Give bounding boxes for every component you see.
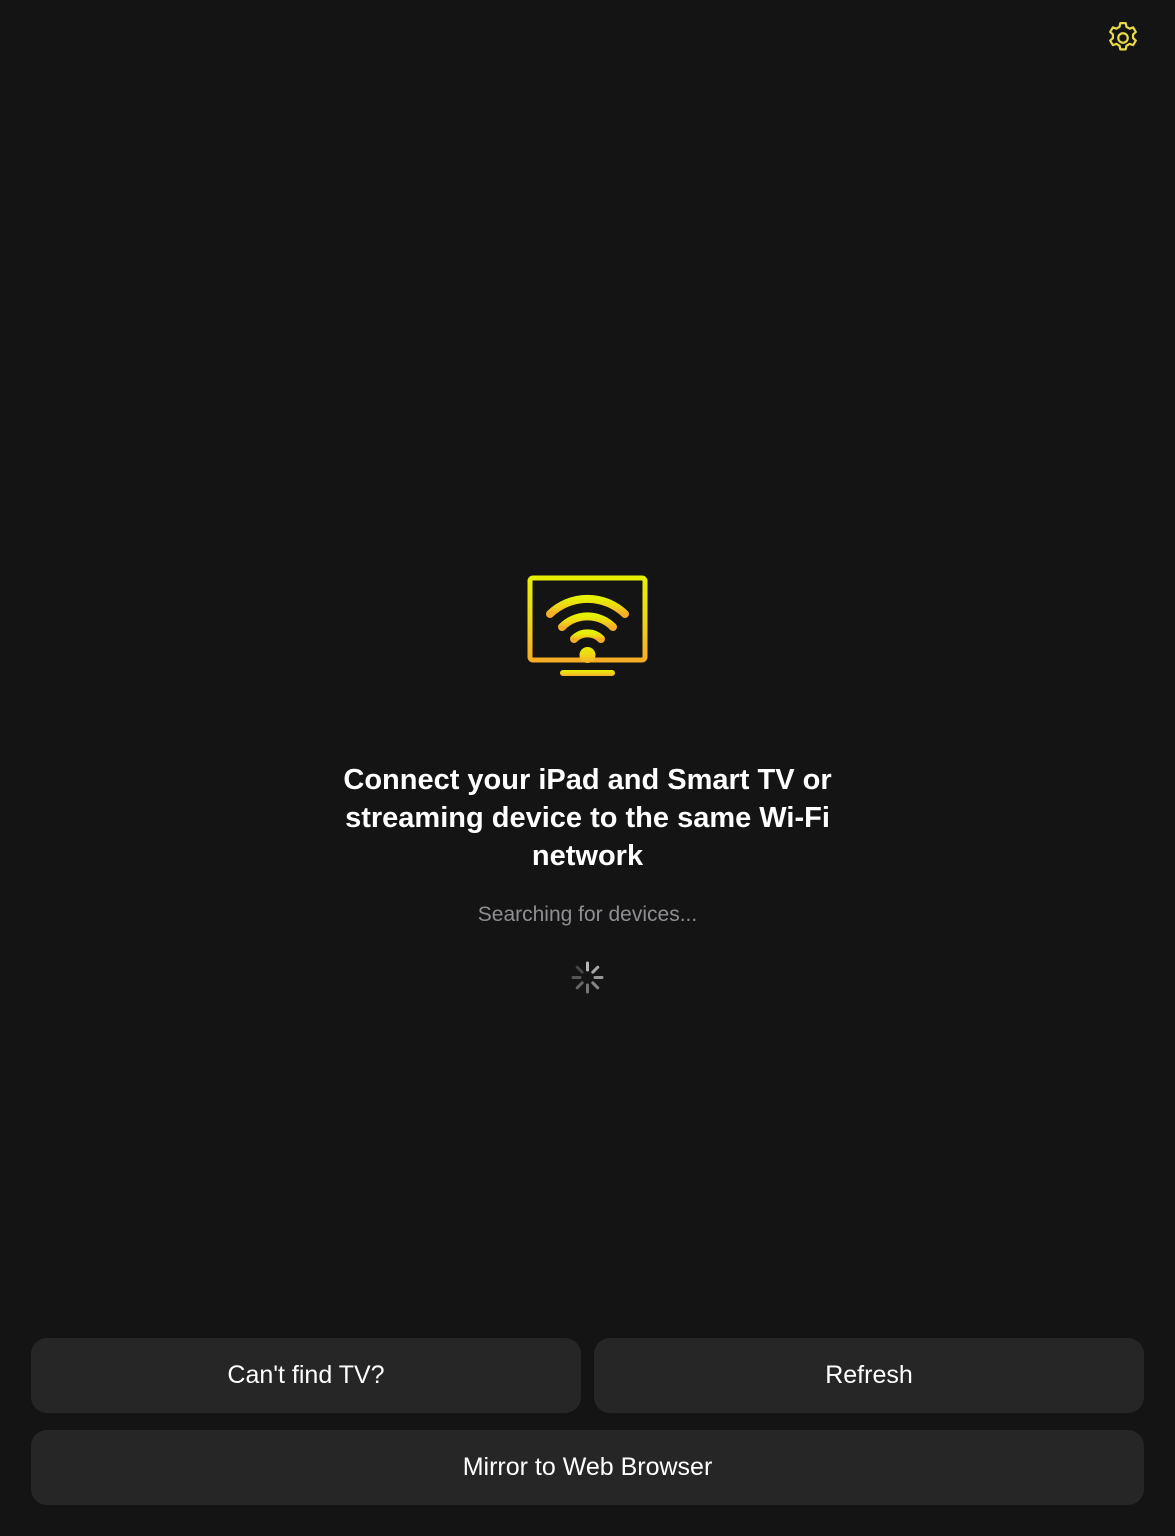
gear-icon	[1109, 22, 1137, 51]
connection-instructions-heading: Connect your iPad and Smart TV or stream…	[343, 764, 832, 872]
refresh-button[interactable]: Refresh	[594, 1338, 1144, 1413]
searching-status: Searching for devices...	[477, 903, 698, 926]
cant-find-tv-button[interactable]: Can't find TV?	[31, 1338, 581, 1413]
tv-wifi-icon	[526, 574, 649, 680]
activity-spinner-icon	[570, 960, 605, 995]
mirror-to-web-browser-button[interactable]: Mirror to Web Browser	[31, 1430, 1144, 1505]
settings-button[interactable]	[1101, 16, 1145, 60]
